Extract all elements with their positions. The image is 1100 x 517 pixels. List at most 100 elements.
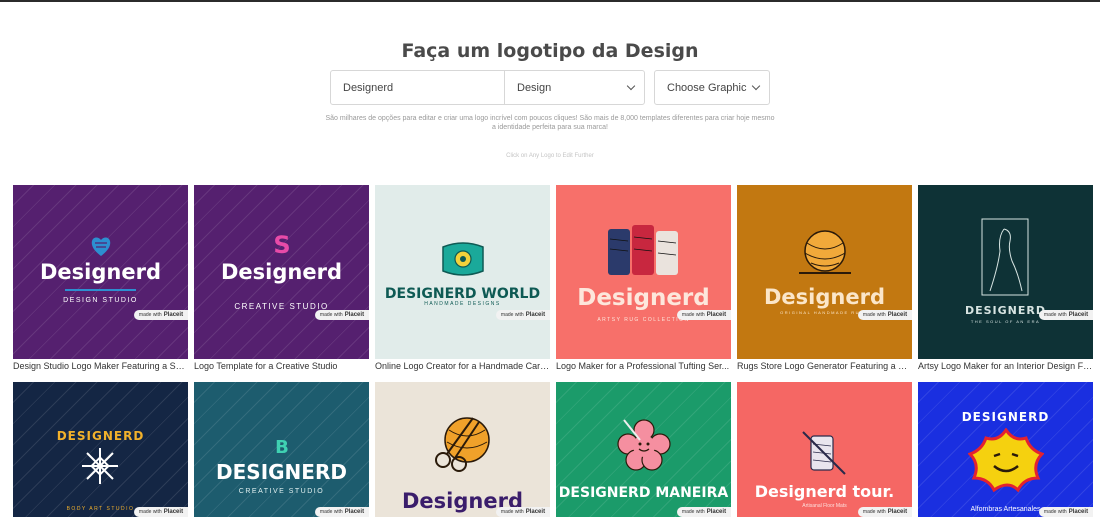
badge-label: made with [681,312,705,318]
logo-thumbnail[interactable]: Designerd ARTSY RUG COLLECTION made with… [556,185,731,359]
badge-brand: Placeit [344,312,365,318]
placeit-badge: made with Placeit [496,507,550,517]
badge-brand: Placeit [706,312,727,318]
logo-card[interactable]: DESIGNERD THE SOUL OF AN ERA made with Pl… [918,185,1093,371]
badge-brand: Placeit [1068,509,1089,515]
logo-brand: Designerd [221,260,342,284]
placeit-badge: made with Placeit [858,310,912,320]
logo-brand: Designerd [40,260,161,284]
logo-brand: DESIGNERD [961,410,1050,424]
figure-frame-icon [981,218,1029,296]
flower-face-icon [617,419,671,471]
logo-brand: DESIGNERD [216,460,347,484]
placeit-badge: made with Placeit [677,507,731,517]
logo-thumbnail[interactable]: B DESIGNERD CREATIVE STUDIO made with Pla… [194,382,369,517]
logo-card[interactable]: DESIGNERD Alfombras Artesanales made wit… [918,382,1093,517]
placeit-badge: made with Placeit [315,310,369,320]
logo-card[interactable]: DESIGNERD WORLD HANDMADE DESIGNS made wi… [375,185,550,371]
logo-thumbnail[interactable]: DESIGNERD WORLD HANDMADE DESIGNS made wi… [375,185,550,359]
smiley-star-icon [968,428,1044,492]
placeit-badge: made with Placeit [1039,310,1093,320]
spool-needle-icon [802,431,846,475]
logo-thumbnail[interactable]: S Designerd CREATIVE STUDIO made with Pla… [194,185,369,359]
logo-brand: DESIGNERD WORLD [384,286,541,302]
graphic-select[interactable]: Choose Graphic [654,70,770,105]
logo-card[interactable]: Designerd tour. Artisanal Floor Mats mad… [737,382,912,517]
logo-card[interactable]: S Designerd CREATIVE STUDIO made with Pla… [194,185,369,371]
logo-card[interactable]: DESIGNERD MANEIRA made with Placeit [556,382,731,517]
description-text: São milhares de opções para editar e cri… [325,115,775,131]
badge-label: made with [319,509,343,515]
chevron-down-icon [626,81,636,91]
badge-label: made with [1043,509,1067,515]
badge-label: made with [862,312,886,318]
badge-brand: Placeit [706,509,727,515]
placeit-badge: made with Placeit [315,507,369,517]
badge-label: made with [138,312,162,318]
placeit-badge: made with Placeit [858,507,912,517]
logo-thumbnail[interactable]: DESIGNERD THE SOUL OF AN ERA made with Pl… [918,185,1093,359]
shield-heart-icon [91,237,111,256]
badge-label: made with [138,509,162,515]
placeit-badge: made with Placeit [134,507,188,517]
logo-card[interactable]: Designerd ORIGINAL HANDMADE RUGS made wi… [737,185,912,371]
logo-caption[interactable]: Artsy Logo Maker for an Interior Design … [918,361,1093,371]
badge-brand: Placeit [163,509,184,515]
logo-card[interactable]: DESIGNERD BODY ART STUDIO made with Place… [13,382,188,517]
placeit-badge: made with Placeit [677,310,731,320]
logo-subtitle: DESIGN STUDIO [63,297,138,304]
business-name-input[interactable]: Designerd [330,70,505,105]
logo-card[interactable]: Designerd DESIGN STUDIO made with Placeit… [13,185,188,371]
chevron-down-icon [751,81,761,91]
snowflake-emblem-icon [82,448,118,484]
logo-brand: DESIGNERD [56,429,145,443]
logo-brand: Designerd [577,285,710,311]
badge-label: made with [681,509,705,515]
logo-subtitle: HANDMADE DESIGNS [424,301,501,307]
logo-card[interactable]: B DESIGNERD CREATIVE STUDIO made with Pla… [194,382,369,517]
logo-thumbnail[interactable]: Designerd tour. Artisanal Floor Mats mad… [737,382,912,517]
badge-brand: Placeit [1068,312,1089,318]
scissors-yarn-icon [435,417,490,472]
logo-card[interactable]: Designerd made with Placeit [375,382,550,517]
badge-brand: Placeit [525,509,546,515]
placeit-badge: made with Placeit [1039,507,1093,517]
logo-caption[interactable]: Logo Maker for a Professional Tufting Se… [556,361,731,371]
badge-brand: Placeit [887,509,908,515]
logo-thumbnail[interactable]: DESIGNERD MANEIRA made with Placeit [556,382,731,517]
business-name-value: Designerd [343,81,394,94]
logo-brand: DESIGNERD MANEIRA [558,485,729,501]
top-border [0,0,1100,2]
edit-hint: Click on Any Logo to Edit Further [506,153,594,159]
logo-thumbnail[interactable]: Designerd made with Placeit [375,382,550,517]
logo-card[interactable]: Designerd ARTSY RUG COLLECTION made with… [556,185,731,371]
badge-label: made with [500,312,524,318]
logo-caption[interactable]: Online Logo Creator for a Handmade Carp.… [375,361,550,371]
badge-brand: Placeit [525,312,546,318]
logo-brand: Designerd [764,285,885,309]
yarn-ball-icon [799,230,851,274]
badge-label: made with [1043,312,1067,318]
logo-caption[interactable]: Design Studio Logo Maker Featuring a Shi… [13,361,188,371]
yarn-spools-icon [608,225,678,275]
placeit-badge: made with Placeit [496,310,550,320]
logo-caption[interactable]: Rugs Store Logo Generator Featuring a Co… [737,361,912,371]
logo-thumbnail[interactable]: DESIGNERD BODY ART STUDIO made with Place… [13,382,188,517]
carpet-icon [442,242,484,276]
page-title: Faça um logotipo da Design [401,40,699,62]
badge-brand: Placeit [344,509,365,515]
letter-s-icon: S [273,231,291,259]
badge-label: made with [862,509,886,515]
logo-brand: Designerd tour. [754,482,895,501]
placeit-badge: made with Placeit [134,310,188,320]
logo-caption[interactable]: Logo Template for a Creative Studio [194,361,369,371]
badge-brand: Placeit [163,312,184,318]
letter-b-icon: B [275,437,289,458]
category-select[interactable]: Design [504,70,645,105]
logo-subtitle: CREATIVE STUDIO [238,488,325,495]
logo-thumbnail[interactable]: DESIGNERD Alfombras Artesanales made wit… [918,382,1093,517]
badge-brand: Placeit [887,312,908,318]
logo-thumbnail[interactable]: Designerd DESIGN STUDIO made with Placeit [13,185,188,359]
logo-thumbnail[interactable]: Designerd ORIGINAL HANDMADE RUGS made wi… [737,185,912,359]
badge-label: made with [319,312,343,318]
